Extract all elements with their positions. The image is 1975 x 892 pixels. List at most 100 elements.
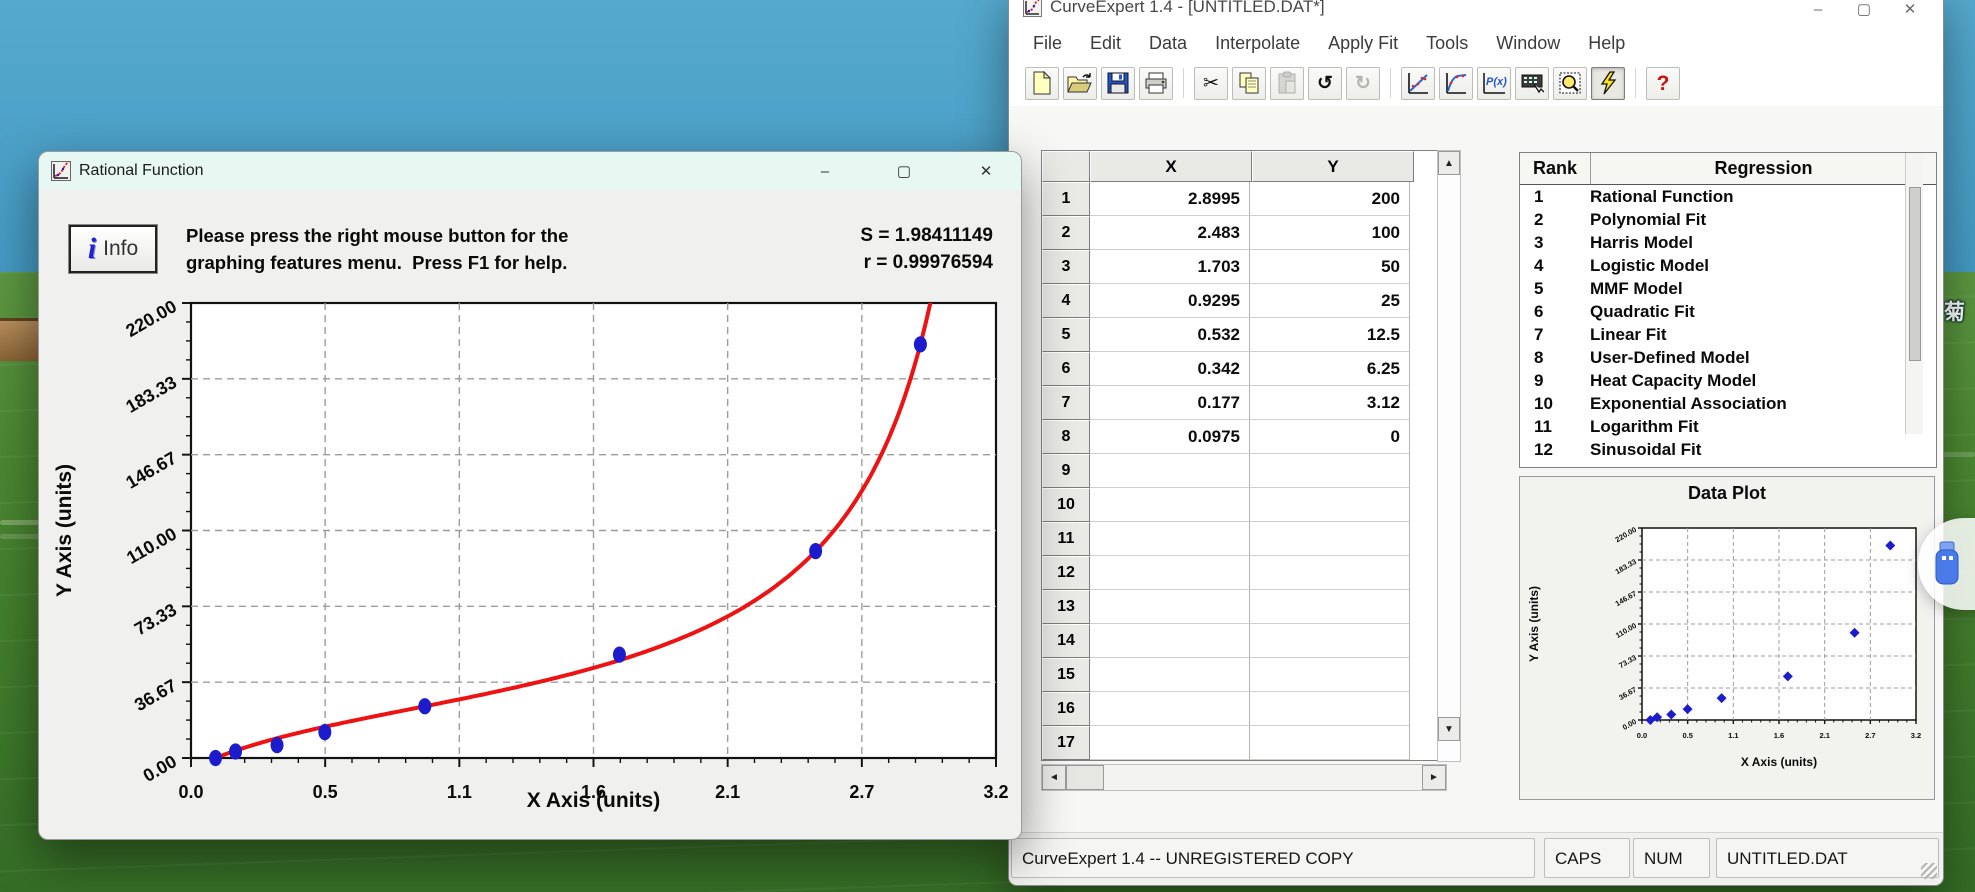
regression-scrollbar[interactable] <box>1905 153 1923 434</box>
y-cell[interactable] <box>1250 590 1410 624</box>
x-cell[interactable] <box>1090 454 1250 488</box>
regression-item[interactable]: 3Harris Model <box>1520 231 1936 254</box>
row-number-cell[interactable]: 12 <box>1042 556 1090 590</box>
y-cell[interactable]: 6.25 <box>1250 352 1410 386</box>
fit-close-button[interactable]: ✕ <box>966 156 1006 186</box>
menu-window[interactable]: Window <box>1482 33 1574 54</box>
row-number-cell[interactable]: 1 <box>1042 182 1090 216</box>
row-number-cell[interactable]: 5 <box>1042 318 1090 352</box>
zoom-graph-button[interactable] <box>1553 67 1587 100</box>
scroll-right-button[interactable]: ► <box>1422 765 1446 790</box>
menu-apply-fit[interactable]: Apply Fit <box>1314 33 1412 54</box>
table-horizontal-scrollbar[interactable]: ◄ ► <box>1041 764 1447 791</box>
fit-maximize-button[interactable]: ▢ <box>884 156 924 186</box>
fit-chart[interactable]: 0.00.51.11.62.12.73.20.0036.6773.33110.0… <box>39 190 1021 839</box>
y-cell[interactable] <box>1250 726 1410 760</box>
regression-item[interactable]: 5MMF Model <box>1520 277 1936 300</box>
linear-fit-button[interactable] <box>1401 67 1435 100</box>
y-cell[interactable]: 100 <box>1250 216 1410 250</box>
regression-scroll-thumb[interactable] <box>1909 187 1921 361</box>
regression-item[interactable]: 6Quadratic Fit <box>1520 300 1936 323</box>
y-cell[interactable]: 0 <box>1250 420 1410 454</box>
fit-window-titlebar[interactable]: Rational Function – ▢ ✕ <box>39 152 1021 190</box>
polynomial-fit-button[interactable]: P(x) <box>1477 67 1511 100</box>
regression-item[interactable]: 12Sinusoidal Fit <box>1520 438 1936 461</box>
close-button[interactable]: ✕ <box>1887 0 1933 24</box>
x-cell[interactable] <box>1090 590 1250 624</box>
horizontal-scroll-thumb[interactable] <box>1066 765 1104 790</box>
new-file-button[interactable] <box>1025 67 1059 100</box>
y-cell[interactable]: 25 <box>1250 284 1410 318</box>
y-cell[interactable] <box>1250 658 1410 692</box>
row-number-cell[interactable]: 16 <box>1042 692 1090 726</box>
x-cell[interactable]: 1.703 <box>1090 250 1250 284</box>
menu-tools[interactable]: Tools <box>1412 33 1482 54</box>
y-cell[interactable]: 200 <box>1250 182 1410 216</box>
scroll-up-button[interactable]: ▲ <box>1438 151 1460 175</box>
menu-help[interactable]: Help <box>1574 33 1639 54</box>
corner-header-cell[interactable] <box>1042 151 1090 182</box>
menu-file[interactable]: File <box>1019 33 1076 54</box>
resize-grip[interactable] <box>1921 863 1937 879</box>
table-vertical-scrollbar[interactable]: ▲ ▼ <box>1437 150 1461 762</box>
y-cell[interactable] <box>1250 454 1410 488</box>
x-cell[interactable] <box>1090 556 1250 590</box>
paste-button[interactable] <box>1270 67 1304 100</box>
save-file-button[interactable] <box>1101 67 1135 100</box>
x-cell[interactable] <box>1090 726 1250 760</box>
row-number-cell[interactable]: 6 <box>1042 352 1090 386</box>
scroll-down-button[interactable]: ▼ <box>1438 717 1460 741</box>
minimize-button[interactable]: – <box>1795 0 1841 24</box>
regression-item[interactable]: 8User-Defined Model <box>1520 346 1936 369</box>
y-cell[interactable] <box>1250 624 1410 658</box>
redo-button[interactable]: ↻ <box>1346 67 1380 100</box>
row-number-cell[interactable]: 17 <box>1042 726 1090 760</box>
x-cell[interactable]: 0.9295 <box>1090 284 1250 318</box>
row-number-cell[interactable]: 9 <box>1042 454 1090 488</box>
y-cell[interactable] <box>1250 488 1410 522</box>
row-number-cell[interactable]: 15 <box>1042 658 1090 692</box>
x-cell[interactable] <box>1090 522 1250 556</box>
row-number-cell[interactable]: 10 <box>1042 488 1090 522</box>
menu-interpolate[interactable]: Interpolate <box>1201 33 1314 54</box>
regression-item[interactable]: 10Exponential Association <box>1520 392 1936 415</box>
y-column-header[interactable]: Y <box>1252 151 1414 182</box>
x-cell[interactable]: 0.177 <box>1090 386 1250 420</box>
regression-item[interactable]: 9Heat Capacity Model <box>1520 369 1936 392</box>
main-titlebar[interactable]: CurveExpert 1.4 - [UNTITLED.DAT*] – ▢ ✕ <box>1009 0 1943 26</box>
y-cell[interactable]: 3.12 <box>1250 386 1410 420</box>
cut-button[interactable]: ✂ <box>1194 67 1228 100</box>
x-cell[interactable]: 0.342 <box>1090 352 1250 386</box>
y-cell[interactable]: 50 <box>1250 250 1410 284</box>
scroll-left-button[interactable]: ◄ <box>1042 765 1066 790</box>
x-cell[interactable] <box>1090 692 1250 726</box>
y-cell[interactable] <box>1250 556 1410 590</box>
x-column-header[interactable]: X <box>1090 151 1252 182</box>
print-button[interactable] <box>1139 67 1173 100</box>
row-number-cell[interactable]: 2 <box>1042 216 1090 250</box>
fit-minimize-button[interactable]: – <box>805 156 845 186</box>
y-cell[interactable]: 12.5 <box>1250 318 1410 352</box>
regression-item[interactable]: 1Rational Function <box>1520 185 1936 208</box>
regression-item[interactable]: 2Polynomial Fit <box>1520 208 1936 231</box>
x-cell[interactable]: 0.532 <box>1090 318 1250 352</box>
x-cell[interactable] <box>1090 658 1250 692</box>
copy-button[interactable] <box>1232 67 1266 100</box>
y-cell[interactable] <box>1250 522 1410 556</box>
row-number-cell[interactable]: 7 <box>1042 386 1090 420</box>
row-number-cell[interactable]: 14 <box>1042 624 1090 658</box>
help-button[interactable]: ? <box>1646 67 1680 100</box>
run-all-fits-button[interactable] <box>1591 67 1625 100</box>
row-number-cell[interactable]: 11 <box>1042 522 1090 556</box>
row-number-cell[interactable]: 4 <box>1042 284 1090 318</box>
x-cell[interactable]: 2.483 <box>1090 216 1250 250</box>
open-file-button[interactable] <box>1063 67 1097 100</box>
maximize-button[interactable]: ▢ <box>1841 0 1887 24</box>
x-cell[interactable] <box>1090 488 1250 522</box>
desktop-icon-label[interactable]: 菊 <box>1944 296 1965 326</box>
x-cell[interactable]: 0.0975 <box>1090 420 1250 454</box>
x-cell[interactable] <box>1090 624 1250 658</box>
regression-item[interactable]: 11Logarithm Fit <box>1520 415 1936 438</box>
menu-edit[interactable]: Edit <box>1076 33 1135 54</box>
row-number-cell[interactable]: 3 <box>1042 250 1090 284</box>
